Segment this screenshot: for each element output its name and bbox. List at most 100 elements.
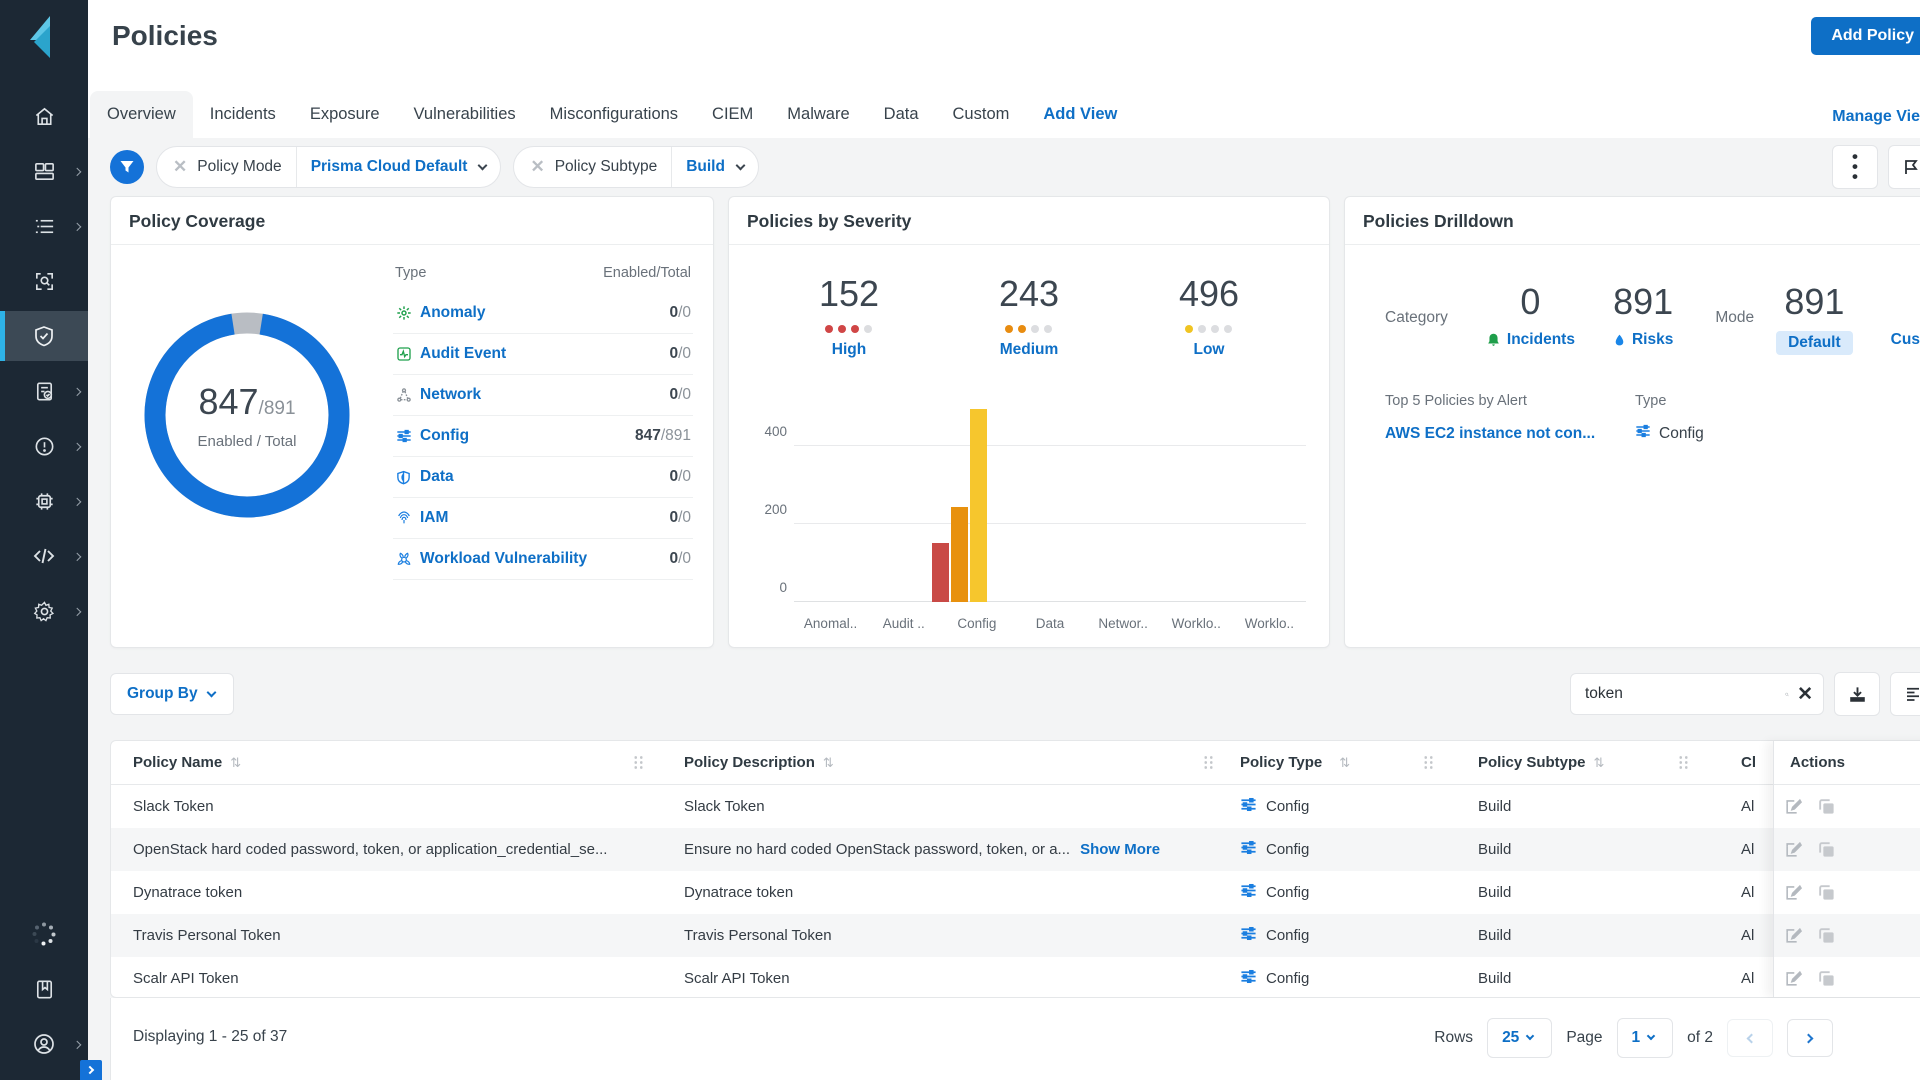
medium-severity-dots-icon (999, 325, 1059, 333)
table-row[interactable]: Slack Token Slack Token Config Build Al (111, 785, 1920, 828)
add-view-button[interactable]: Add View (1026, 91, 1134, 138)
tab-exposure[interactable]: Exposure (293, 91, 397, 138)
edit-icon[interactable] (1784, 926, 1803, 945)
sort-icon[interactable]: ⇅ (230, 755, 241, 771)
search-input[interactable] (1585, 685, 1785, 703)
clone-icon[interactable] (1817, 883, 1836, 902)
medium-bar[interactable] (951, 507, 968, 602)
sidebar-item-compliance[interactable] (0, 366, 88, 416)
sort-icon[interactable]: ⇅ (823, 755, 834, 771)
sidebar-item-profile[interactable] (0, 1019, 88, 1069)
sidebar-item-inventory[interactable] (0, 201, 88, 251)
sort-icon[interactable]: ⇅ (1594, 755, 1605, 771)
tab-vulnerabilities[interactable]: Vulnerabilities (397, 91, 533, 138)
remove-filter-icon[interactable]: ✕ (514, 157, 554, 177)
low-link[interactable]: Low (1179, 341, 1239, 359)
prisma-cloud-logo-icon[interactable] (23, 14, 65, 65)
high-severity-dots-icon (819, 325, 879, 333)
download-button[interactable] (1834, 672, 1880, 716)
high-link[interactable]: High (819, 341, 879, 359)
tab-ciem[interactable]: CIEM (695, 91, 770, 138)
column-header-policy-description[interactable]: Policy Description⇅ (656, 741, 1226, 784)
table-row[interactable]: Dynatrace token Dynatrace token Config B… (111, 871, 1920, 914)
tab-malware[interactable]: Malware (770, 91, 866, 138)
page-select[interactable]: 1 (1617, 1018, 1674, 1058)
remove-filter-icon[interactable]: ✕ (157, 157, 197, 177)
column-header-policy-subtype[interactable]: Policy Subtype⇅ (1446, 741, 1701, 784)
previous-page-button[interactable] (1727, 1019, 1773, 1057)
edit-icon[interactable] (1784, 797, 1803, 816)
clear-search-icon[interactable]: ✕ (1797, 683, 1813, 706)
tab-data[interactable]: Data (867, 91, 936, 138)
sidebar-item-dashboards[interactable] (0, 146, 88, 196)
policy-name-cell[interactable]: Travis Personal Token (111, 927, 656, 944)
chevron-right-icon (73, 608, 81, 616)
column-resize-handle[interactable] (1203, 755, 1214, 770)
column-header-policy-type[interactable]: Policy Type⇅ (1226, 741, 1446, 784)
filter-value-dropdown[interactable]: Build (672, 158, 733, 176)
sidebar-item-governance-policies[interactable] (0, 311, 88, 361)
filter-funnel-button[interactable] (110, 150, 144, 184)
low-bar[interactable] (970, 409, 987, 602)
policy-type-cell: Config (1266, 841, 1309, 858)
tab-overview[interactable]: Overview (90, 91, 193, 138)
risks-link[interactable]: Risks (1613, 331, 1673, 349)
data-shield-icon (395, 470, 412, 485)
manage-views-link[interactable]: Manage Vie (1832, 108, 1920, 126)
group-by-dropdown[interactable]: Group By (110, 673, 234, 715)
table-row[interactable]: Scalr API Token Scalr API Token Config B… (111, 957, 1920, 1000)
rows-per-page-select[interactable]: 25 (1487, 1018, 1552, 1058)
high-bar[interactable] (932, 543, 949, 602)
edit-icon[interactable] (1784, 840, 1803, 859)
network-icon (395, 387, 412, 403)
show-more-link[interactable]: Show More (1080, 841, 1160, 858)
y-axis-tick: 200 (749, 502, 787, 517)
home-icon (33, 105, 56, 128)
incidents-link[interactable]: Incidents (1486, 331, 1575, 349)
sidebar-item-discovery[interactable] (0, 256, 88, 306)
policy-name-cell[interactable]: Dynatrace token (111, 884, 656, 901)
column-resize-handle[interactable] (1423, 755, 1434, 770)
content-area: ✕ Policy Mode Prisma Cloud Default ✕ Pol… (88, 138, 1920, 1080)
save-filter-button[interactable] (1888, 145, 1920, 189)
policy-name-cell[interactable]: OpenStack hard coded password, token, or… (111, 841, 656, 858)
sidebar-item-compute[interactable] (0, 476, 88, 526)
sidebar-item-alerts[interactable] (0, 421, 88, 471)
bookmark-book-icon (33, 978, 56, 1001)
tab-custom[interactable]: Custom (936, 91, 1027, 138)
add-policy-button[interactable]: Add Policy (1811, 17, 1920, 55)
sidebar-item-settings[interactable] (0, 586, 88, 636)
edit-icon[interactable] (1784, 969, 1803, 988)
filter-value-dropdown[interactable]: Prisma Cloud Default (297, 158, 476, 176)
tab-misconfigurations[interactable]: Misconfigurations (533, 91, 695, 138)
policy-link[interactable]: AWS EC2 instance not con... (1385, 425, 1595, 442)
column-resize-handle[interactable] (1678, 755, 1689, 770)
save-flag-icon (1903, 159, 1919, 175)
column-list-icon (1904, 685, 1920, 703)
table-row[interactable]: Travis Personal Token Travis Personal To… (111, 914, 1920, 957)
custom-mode-link[interactable]: Custom (1891, 331, 1920, 349)
default-mode-selected[interactable]: Default (1776, 331, 1853, 355)
more-options-button[interactable]: ••• (1832, 145, 1878, 189)
column-settings-button[interactable] (1890, 672, 1920, 716)
clone-icon[interactable] (1817, 969, 1836, 988)
policy-name-cell[interactable]: Scalr API Token (111, 970, 656, 987)
sidebar-item-code-security[interactable] (0, 531, 88, 581)
table-row[interactable]: OpenStack hard coded password, token, or… (111, 828, 1920, 871)
policies-by-severity-card: Policies by Severity 152 High 243 Medium (728, 196, 1330, 648)
clone-icon[interactable] (1817, 926, 1836, 945)
column-header-policy-name[interactable]: Policy Name⇅ (111, 741, 656, 784)
next-page-button[interactable] (1787, 1019, 1833, 1057)
config-icon (1240, 968, 1257, 989)
column-resize-handle[interactable] (633, 755, 644, 770)
clone-icon[interactable] (1817, 840, 1836, 859)
clone-icon[interactable] (1817, 797, 1836, 816)
sidebar-expand-button[interactable] (80, 1060, 102, 1080)
medium-link[interactable]: Medium (999, 341, 1059, 359)
policy-name-cell[interactable]: Slack Token (111, 798, 656, 815)
sidebar-item-bookmarks[interactable] (0, 964, 88, 1014)
sort-icon[interactable]: ⇅ (1339, 755, 1350, 771)
tab-incidents[interactable]: Incidents (193, 91, 293, 138)
sidebar-item-home[interactable] (0, 91, 88, 141)
edit-icon[interactable] (1784, 883, 1803, 902)
